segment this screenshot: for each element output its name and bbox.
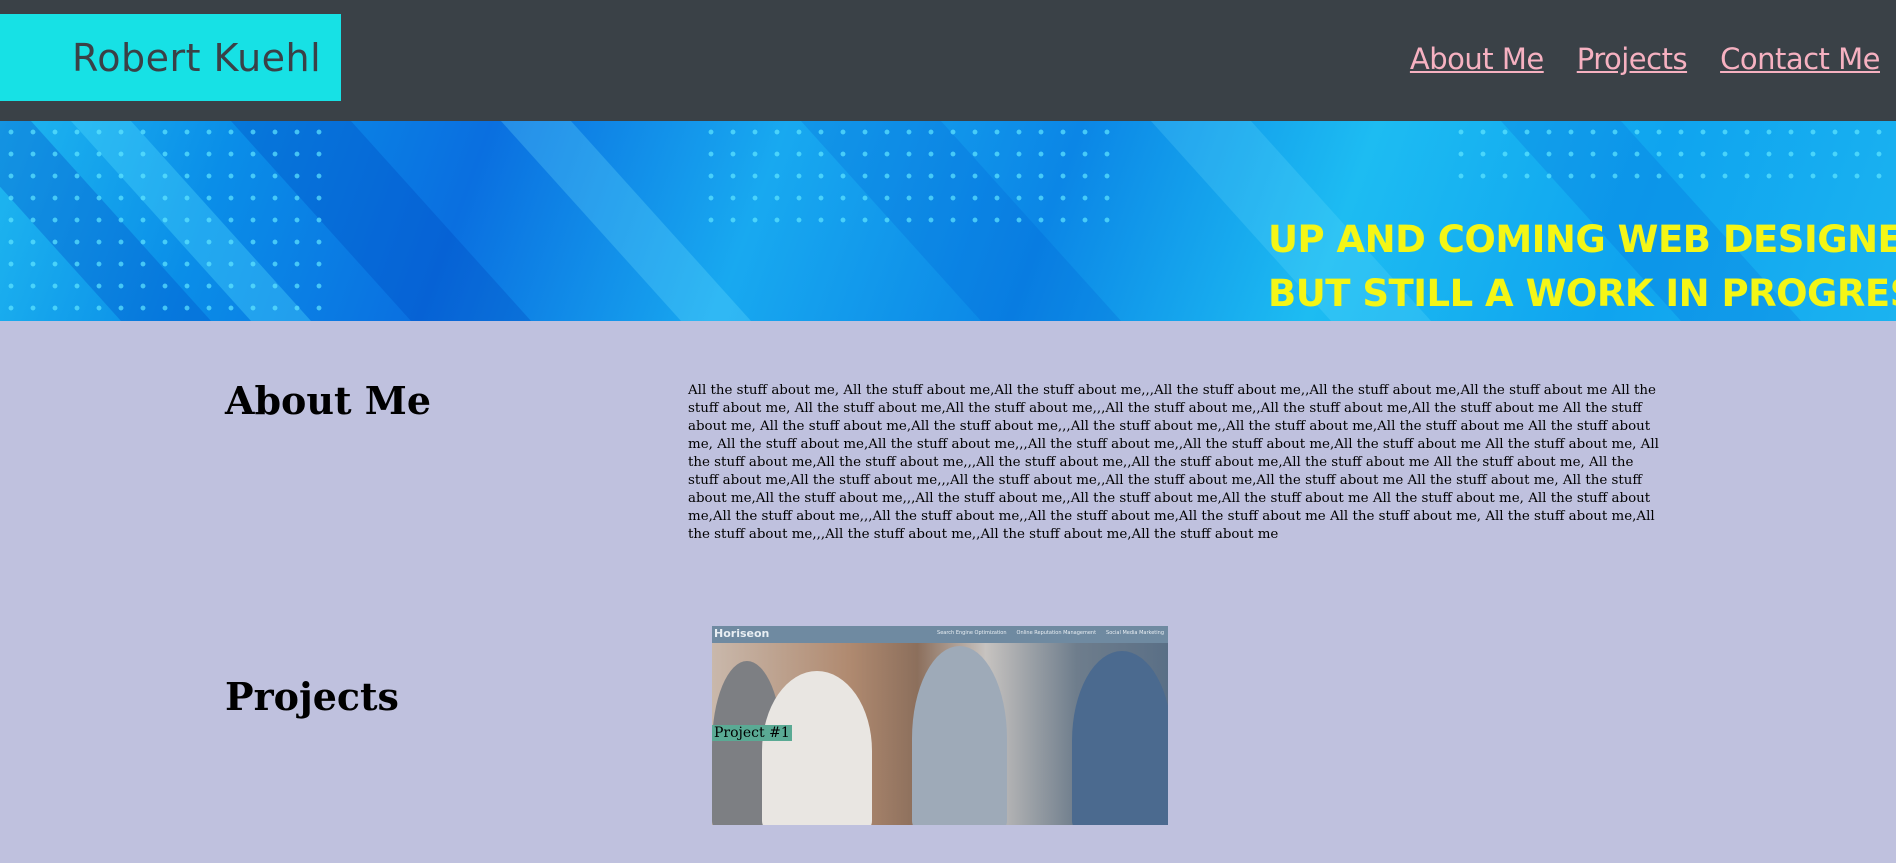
screenshot-person — [1072, 651, 1168, 825]
brand-block[interactable]: Robert Kuehl — [0, 14, 341, 101]
nav-link-contact-me[interactable]: Contact Me — [1720, 42, 1880, 76]
hero-dot-pattern — [1450, 121, 1896, 181]
hero-tagline-line-1: UP AND COMING WEB DESIGNER, — [1268, 218, 1896, 261]
hero-banner: UP AND COMING WEB DESIGNER, BUT STILL A … — [0, 121, 1896, 321]
screenshot-menu-item: Search Engine Optimization — [937, 630, 1007, 636]
nav-link-projects[interactable]: Projects — [1577, 42, 1688, 76]
hero-tagline: UP AND COMING WEB DESIGNER, BUT STILL A … — [1268, 213, 1896, 321]
screenshot-topbar: Horiseon Search Engine Optimization Onli… — [712, 626, 1168, 643]
about-me-text: All the stuff about me, All the stuff ab… — [688, 383, 1659, 542]
screenshot-menu-item: Online Reputation Management — [1016, 630, 1097, 636]
about-me-heading: About Me — [225, 378, 432, 423]
screenshot-menu: Search Engine Optimization Online Reputa… — [937, 630, 1164, 636]
screenshot-person — [912, 646, 1007, 825]
hero-dot-pattern — [0, 121, 330, 321]
screenshot-logo: Horiseon — [714, 627, 770, 640]
site-header: Robert Kuehl About Me Projects Contact M… — [0, 0, 1896, 121]
hero-tagline-line-2: BUT STILL A WORK IN PROGRESS — [1268, 272, 1896, 315]
nav-link-about-me[interactable]: About Me — [1410, 42, 1544, 76]
project-label: Project #1 — [712, 725, 792, 741]
main-nav: About Me Projects Contact Me — [1410, 42, 1881, 76]
screenshot-person — [762, 671, 872, 825]
project-card-1[interactable]: Horiseon Search Engine Optimization Onli… — [712, 626, 1168, 825]
hero-dot-pattern — [700, 121, 1120, 231]
brand-name: Robert Kuehl — [72, 35, 322, 80]
screenshot-menu-item: Social Media Marketing — [1106, 630, 1164, 636]
projects-heading: Projects — [225, 674, 399, 719]
